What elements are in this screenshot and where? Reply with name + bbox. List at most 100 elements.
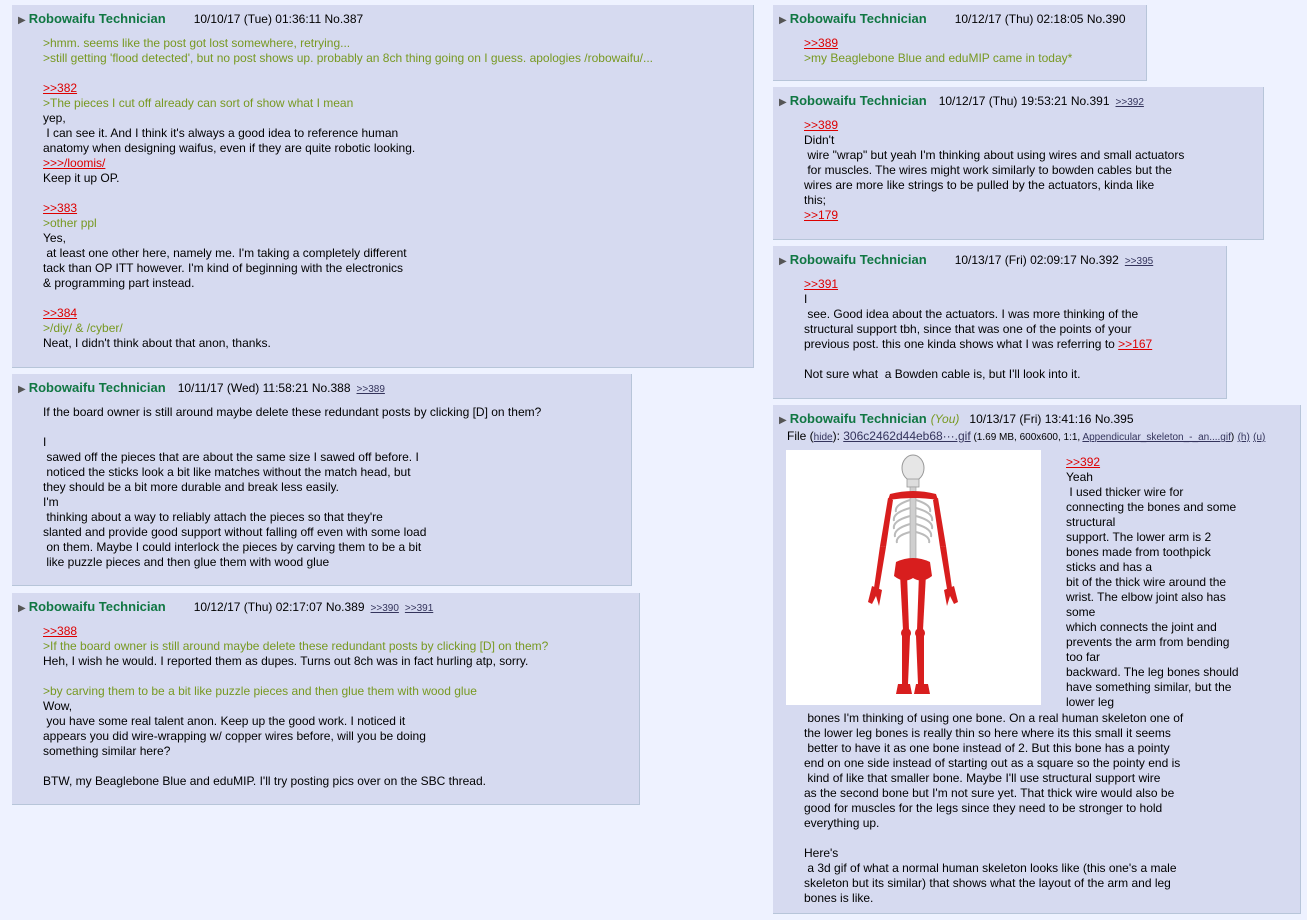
post-number[interactable]: No.387 <box>324 12 363 26</box>
text-line: Heh, I wish he would. I reported them as… <box>43 654 529 668</box>
text-line: backward. The leg bones should <box>1066 665 1239 679</box>
post-body: >>389 >my Beaglebone Blue and eduMIP came… <box>804 36 1138 66</box>
quote-link[interactable]: >>388 <box>43 624 631 639</box>
file-u-link[interactable]: (u) <box>1253 432 1265 443</box>
post-menu-toggle-icon[interactable]: ▶ <box>18 384 26 395</box>
text-line: I'm <box>43 495 59 509</box>
post-392: ▶ Robowaifu Technician 10/13/17 (Fri) 02:0… <box>773 246 1227 399</box>
post-body-side: >>392 Yeah I used thicker wire for connect… <box>1066 455 1266 710</box>
text-line <box>804 352 1218 367</box>
file-h-link[interactable]: (h) <box>1238 432 1250 443</box>
text-line: on them. Maybe I could interlock the pie… <box>43 540 422 554</box>
text-line: something similar here? <box>43 744 171 758</box>
poster-name: Robowaifu Technician <box>789 93 927 108</box>
backlink[interactable]: >>395 <box>1125 256 1153 267</box>
post-number[interactable]: No.391 <box>1071 94 1110 108</box>
text-line: bones made from toothpick <box>1066 545 1211 559</box>
greentext-line: >still getting 'flood detected', but no … <box>43 51 653 65</box>
text-line: structural <box>1066 515 1116 529</box>
post-header: ▶ Robowaifu Technician (You) 10/13/17 (Fri)… <box>779 411 1294 427</box>
text-line: If the board owner is still around maybe… <box>43 405 542 419</box>
backlink[interactable]: >>392 <box>1116 97 1144 108</box>
post-number[interactable]: No.392 <box>1080 253 1119 267</box>
text-line: lower leg <box>1066 695 1115 709</box>
text-line: Didn't <box>804 133 835 147</box>
text-line: wrist. The elbow joint also has <box>1066 590 1226 604</box>
greentext-line: >other ppl <box>43 216 97 230</box>
quote-link[interactable]: >>383 <box>43 201 745 216</box>
post-body-below: bones I'm thinking of using one bone. On… <box>804 711 1234 906</box>
post-date: 10/12/17 (Thu) 02:17:07 <box>193 600 323 614</box>
quote-link[interactable]: >>384 <box>43 306 745 321</box>
text-line: I <box>43 435 47 449</box>
text-line <box>43 66 745 81</box>
text-line <box>43 759 631 774</box>
post-number[interactable]: No.388 <box>312 381 351 395</box>
quote-link[interactable]: >>>/loomis/ <box>43 156 745 171</box>
poster-name: Robowaifu Technician <box>789 11 927 26</box>
post-391: ▶ Robowaifu Technician 10/12/17 (Thu) 19:5… <box>773 87 1264 240</box>
post-menu-toggle-icon[interactable]: ▶ <box>18 15 26 26</box>
text-line: Keep it up OP. <box>43 171 120 185</box>
text-line <box>43 420 623 435</box>
file-meta: (1.69 MB, 600x600, 1:1, <box>970 432 1083 443</box>
text-line: some <box>1066 605 1096 619</box>
post-menu-toggle-icon[interactable]: ▶ <box>779 97 787 108</box>
text-line: better to have it as one bone instead of… <box>804 741 1170 755</box>
post-date: 10/13/17 (Fri) 13:41:16 <box>969 412 1092 426</box>
text-line: sawed off the pieces that are about the … <box>43 450 419 464</box>
post-header: ▶ Robowaifu Technician 10/13/17 (Fri) 02:0… <box>779 252 1220 268</box>
greentext-line: >my Beaglebone Blue and eduMIP came in t… <box>804 51 1073 65</box>
file-meta-end: ) <box>1230 432 1235 443</box>
backlink[interactable]: >>391 <box>405 603 433 614</box>
text-line: end on one side instead of starting out … <box>804 756 1181 770</box>
quote-link[interactable]: >>389 <box>804 118 1255 133</box>
post-header: ▶ Robowaifu Technician 10/11/17 (Wed) 11:5… <box>18 380 625 396</box>
text-line: which connects the joint and <box>1066 620 1217 634</box>
post-body: If the board owner is still around maybe… <box>43 405 623 570</box>
text-line <box>43 186 745 201</box>
backlink[interactable]: >>390 <box>371 603 399 614</box>
hide-file-link[interactable]: hide <box>814 432 833 443</box>
text-line: sticks and has a <box>1066 560 1153 574</box>
post-header: ▶ Robowaifu Technician 10/10/17 (Tue) 01:3… <box>18 11 747 27</box>
text-line: tack than OP ITT however. I'm kind of be… <box>43 261 404 275</box>
text-line: see. Good idea about the actuators. I wa… <box>804 307 1139 321</box>
text-line: this; <box>804 193 827 207</box>
text-line: slanted and provide good support without… <box>43 525 427 539</box>
post-number[interactable]: No.395 <box>1095 412 1134 426</box>
text-line <box>43 669 631 684</box>
post-menu-toggle-icon[interactable]: ▶ <box>18 603 26 614</box>
post-menu-toggle-icon[interactable]: ▶ <box>779 15 787 26</box>
text-line: like puzzle pieces and then glue them wi… <box>43 555 330 569</box>
quote-link[interactable]: >>179 <box>804 208 1255 223</box>
backlink[interactable]: >>389 <box>357 384 385 395</box>
post-body: >hmm. seems like the post got lost somew… <box>43 36 745 351</box>
quote-link[interactable]: >>392 <box>1066 455 1266 470</box>
poster-name: Robowaifu Technician <box>28 11 166 26</box>
quote-link[interactable]: >>382 <box>43 81 745 96</box>
greentext-line: >If the board owner is still around mayb… <box>43 639 549 653</box>
original-filename-link[interactable]: Appendicular_skeleton_-_an....gif <box>1082 432 1230 443</box>
post-menu-toggle-icon[interactable]: ▶ <box>779 415 787 426</box>
file-sep: ): <box>832 429 844 443</box>
quote-link[interactable]: >>389 <box>804 36 1138 51</box>
text-line: good for muscles for the legs since they… <box>804 801 1163 815</box>
skeleton-thumbnail[interactable] <box>786 450 1041 705</box>
text-line: too far <box>1066 650 1101 664</box>
text-line: at least one other here, namely me. I'm … <box>43 246 407 260</box>
post-date: 10/11/17 (Wed) 11:58:21 <box>177 381 309 395</box>
post-date: 10/12/17 (Thu) 02:18:05 <box>954 12 1084 26</box>
file-info: File (hide): 306c2462d44eb68···.gif (1.6… <box>787 429 1265 444</box>
quote-link[interactable]: >>391 <box>804 277 1218 292</box>
text-line: you have some real talent anon. Keep up … <box>43 714 406 728</box>
post-number[interactable]: No.389 <box>326 600 365 614</box>
file-name-link[interactable]: 306c2462d44eb68···.gif <box>843 429 970 443</box>
text-line: previous post. this one kinda shows what… <box>804 337 1153 351</box>
text-line: Not sure what a Bowden cable is, but I'l… <box>804 367 1081 381</box>
quote-link[interactable]: >>167 <box>1118 337 1152 351</box>
post-menu-toggle-icon[interactable]: ▶ <box>779 256 787 267</box>
post-header: ▶ Robowaifu Technician 10/12/17 (Thu) 02:1… <box>18 599 633 615</box>
post-number[interactable]: No.390 <box>1087 12 1126 26</box>
text-line: bones I'm thinking of using one bone. On… <box>804 711 1184 725</box>
